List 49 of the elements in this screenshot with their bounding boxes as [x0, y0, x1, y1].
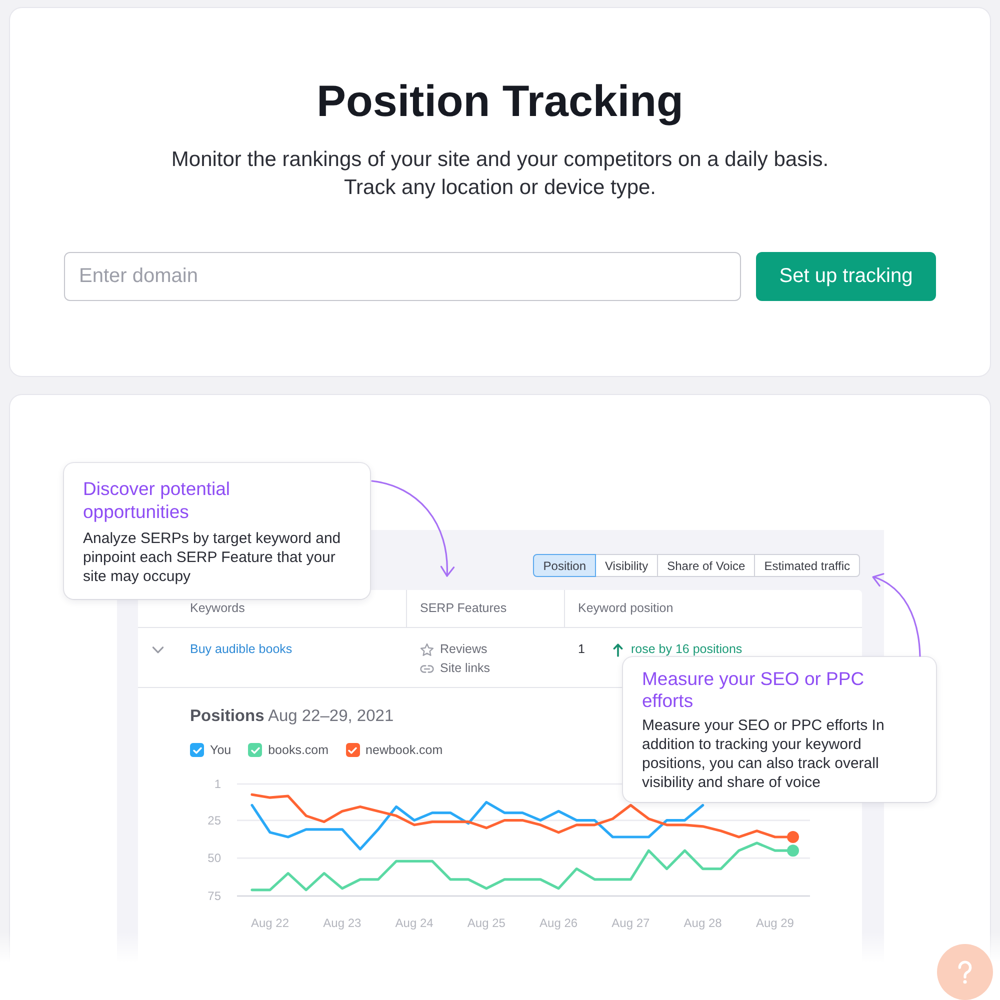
- y-axis-label: 50: [208, 851, 221, 866]
- view-tab[interactable]: Share of Voice: [657, 554, 756, 577]
- view-tab[interactable]: Visibility: [595, 554, 658, 577]
- y-axis-label: 25: [208, 813, 221, 828]
- checkmark-icon: [348, 746, 358, 754]
- legend-label: books.com: [268, 743, 329, 757]
- end-dot-icon: [787, 844, 799, 857]
- checkmark-icon: [192, 746, 202, 754]
- x-axis-label: Aug 23: [323, 916, 362, 930]
- arrow-up-icon: [613, 643, 623, 657]
- keyword-link[interactable]: Buy audible books: [190, 640, 292, 659]
- legend-checkbox[interactable]: [248, 743, 262, 757]
- serp-feature-label: Site links: [440, 660, 490, 677]
- end-dot-icon: [787, 830, 799, 843]
- y-axis-label: 75: [208, 889, 221, 903]
- x-axis-label: Aug 26: [540, 916, 578, 930]
- callout-title: Measure your SEO or PPC efforts: [642, 668, 866, 712]
- domain-input-field[interactable]: Enter domain: [64, 252, 741, 301]
- column-header: SERP Features: [420, 601, 507, 616]
- x-axis-label: Aug 28: [684, 916, 722, 930]
- chart-heading: Positions Aug 22–29, 2021: [190, 706, 394, 726]
- callout-title: Discover potential opportunities: [83, 477, 232, 523]
- position-value: 1: [578, 641, 586, 658]
- legend-checkbox[interactable]: [346, 743, 360, 757]
- x-axis-label: Aug 27: [612, 916, 650, 930]
- x-axis-label: Aug 22: [251, 916, 290, 930]
- checkmark-icon: [250, 746, 260, 754]
- subtitle-text: Monitor the rankings of your site and your competitors on a daily basis.: [171, 147, 829, 173]
- legend-label: newbook.com: [366, 743, 443, 757]
- subtitle-text: Track any location or device type.: [344, 175, 656, 201]
- serp-feature-label: Reviews: [440, 641, 488, 658]
- help-icon: [956, 960, 974, 984]
- callout-text: Analyze SERPs by target keyword and pinpoint each SERP Feature that your site may occupy: [83, 529, 342, 586]
- view-tab[interactable]: Estimated traffic: [754, 554, 860, 577]
- star-icon: [420, 642, 434, 656]
- position-change-text: rose by 16 positions: [631, 641, 742, 658]
- callout-text: Measure your SEO or PPC efforts In addition to tracking your keyword positions, you can also track overall visibility and share of voice: [642, 716, 886, 792]
- legend-label: You: [210, 743, 232, 757]
- x-axis-label: Aug 25: [467, 916, 506, 930]
- view-tab[interactable]: Position: [533, 554, 596, 577]
- column-header: Keywords: [190, 601, 245, 616]
- column-header: Keyword position: [578, 601, 674, 616]
- legend-checkbox[interactable]: [190, 743, 204, 757]
- link-icon: [420, 664, 434, 672]
- x-axis-label: Aug 29: [756, 916, 794, 930]
- y-axis-label: 1: [214, 777, 221, 791]
- x-axis-label: Aug 24: [395, 916, 434, 930]
- page-title: Position Tracking: [316, 76, 684, 128]
- chevron-icon[interactable]: [152, 646, 164, 654]
